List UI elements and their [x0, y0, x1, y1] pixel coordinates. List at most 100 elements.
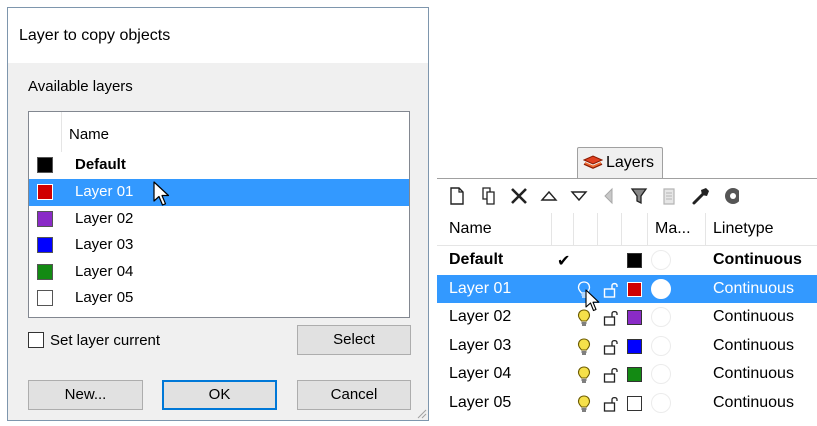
layer-name: Layer 01: [75, 183, 134, 200]
new-layer-button[interactable]: New...: [28, 380, 143, 410]
layer-color-swatch: [37, 157, 53, 173]
list-item-layer-02[interactable]: Layer 02: [29, 206, 409, 233]
layer-linetype[interactable]: Continuous: [713, 394, 794, 412]
column-header-name[interactable]: Name: [69, 126, 109, 143]
layer-color-swatch: [37, 263, 53, 280]
lightbulb-on-icon[interactable]: [577, 366, 591, 384]
resize-grip-icon[interactable]: [415, 407, 427, 419]
settings-icon: [725, 188, 739, 204]
delete-icon: [511, 188, 527, 204]
move-to-parent-button[interactable]: [595, 182, 623, 210]
layers-icon: [583, 155, 603, 169]
layer-color-swatch[interactable]: [627, 253, 642, 268]
column-header-linetype[interactable]: Linetype: [713, 220, 774, 238]
unlocked-padlock-icon[interactable]: [603, 309, 619, 327]
move-down-button[interactable]: [565, 182, 593, 210]
tab-layers-label: Layers: [606, 154, 655, 171]
table-row-layer-04[interactable]: Layer 04 Continuous: [437, 360, 817, 389]
column-header-name[interactable]: Name: [449, 220, 492, 238]
column-separator: [705, 213, 706, 245]
layer-color-swatch[interactable]: [627, 338, 642, 354]
material-swatch[interactable]: [651, 250, 671, 270]
material-swatch[interactable]: [651, 278, 671, 299]
list-item-layer-05[interactable]: Layer 05: [29, 285, 409, 312]
layer-name: Layer 02: [75, 209, 134, 227]
filter-button[interactable]: [625, 182, 653, 210]
list-header: Name: [29, 112, 409, 153]
layer-color-swatch[interactable]: [627, 281, 642, 297]
layer-color-swatch: [37, 184, 53, 200]
delete-layer-button[interactable]: [505, 182, 533, 210]
move-down-icon: [570, 191, 588, 202]
layer-name: Layer 05: [75, 289, 134, 307]
layers-toolbar: [437, 179, 817, 213]
new-sublayer-icon: [482, 187, 495, 205]
cancel-button[interactable]: Cancel: [297, 380, 411, 410]
table-row-default[interactable]: Default ✔ Continuous: [437, 246, 817, 275]
table-row-layer-03[interactable]: Layer 03 Continuous: [437, 332, 817, 361]
layer-color-swatch[interactable]: [627, 367, 642, 382]
list-item-layer-01[interactable]: Layer 01: [29, 179, 409, 206]
layer-color-swatch: [37, 237, 53, 254]
available-layers-label: Available layers: [28, 78, 133, 95]
layer-color-swatch[interactable]: [627, 310, 642, 325]
layer-linetype[interactable]: Continuous: [713, 251, 802, 269]
layer-linetype[interactable]: Continuous: [713, 308, 794, 326]
layer-linetype[interactable]: Continuous: [713, 280, 794, 298]
tools-icon: [692, 188, 709, 205]
column-separator: [621, 213, 622, 245]
layers-grid-header: Name Ma... Linetype: [437, 213, 817, 246]
current-layer-check-icon[interactable]: ✔: [557, 251, 570, 271]
column-separator: [647, 213, 648, 245]
lightbulb-on-icon[interactable]: [577, 337, 591, 356]
material-swatch[interactable]: [651, 392, 671, 413]
new-sublayer-button[interactable]: [475, 182, 503, 210]
table-row-layer-05[interactable]: Layer 05 Continuous: [437, 389, 817, 418]
clipboard-button[interactable]: [655, 182, 683, 210]
list-item-default[interactable]: Default: [29, 152, 409, 179]
tools-button[interactable]: [687, 182, 715, 210]
layer-name: Layer 02: [449, 308, 512, 325]
material-swatch[interactable]: [651, 307, 671, 327]
settings-button[interactable]: [719, 182, 739, 210]
list-rows: Default Layer 01 Layer 02 Layer 03 Layer…: [29, 152, 409, 312]
layer-name: Layer 04: [75, 262, 134, 280]
layer-color-swatch: [37, 290, 53, 307]
lightbulb-on-icon[interactable]: [577, 394, 591, 413]
material-swatch[interactable]: [651, 335, 671, 356]
move-to-parent-icon: [604, 187, 613, 205]
unlocked-padlock-icon[interactable]: [603, 281, 619, 299]
layer-color-swatch[interactable]: [627, 395, 642, 411]
panel-tabbar: Layers: [437, 143, 817, 179]
move-up-button[interactable]: [535, 182, 563, 210]
select-button[interactable]: Select: [297, 325, 411, 355]
unlocked-padlock-icon[interactable]: [603, 366, 619, 384]
dialog-title: Layer to copy objects: [19, 27, 171, 44]
unlocked-padlock-icon[interactable]: [603, 338, 619, 356]
available-layers-list[interactable]: Name Default Layer 01 Layer 02 Layer 03: [28, 111, 410, 318]
ok-button[interactable]: OK: [162, 380, 277, 410]
layer-name: Layer 03: [75, 236, 134, 254]
new-layer-button[interactable]: [443, 182, 471, 210]
move-up-icon: [540, 190, 558, 201]
layers-panel: Layers Name Ma... Linetype Default ✔ Con…: [437, 143, 817, 426]
material-swatch[interactable]: [651, 364, 671, 384]
column-separator: [551, 213, 552, 245]
table-row-layer-01[interactable]: Layer 01 Continuous: [437, 274, 817, 311]
column-header-material[interactable]: Ma...: [655, 220, 691, 238]
list-item-layer-04[interactable]: Layer 04: [29, 259, 409, 286]
set-layer-current-checkbox[interactable]: [28, 332, 44, 348]
layer-linetype[interactable]: Continuous: [713, 337, 794, 355]
layers-grid: Default ✔ Continuous Layer 01 Continuous: [437, 246, 817, 417]
layer-linetype[interactable]: Continuous: [713, 365, 794, 383]
unlocked-padlock-icon[interactable]: [603, 395, 619, 413]
list-item-layer-03[interactable]: Layer 03: [29, 232, 409, 259]
new-layer-icon: [450, 187, 464, 205]
column-separator: [597, 213, 598, 245]
layer-name: Layer 01: [449, 279, 512, 297]
lightbulb-on-icon[interactable]: [577, 309, 591, 327]
table-row-layer-02[interactable]: Layer 02 Continuous: [437, 303, 817, 332]
tab-layers[interactable]: Layers: [577, 147, 663, 179]
dialog-titlebar[interactable]: Layer to copy objects: [8, 8, 428, 63]
layer-name: Layer 05: [449, 393, 512, 411]
